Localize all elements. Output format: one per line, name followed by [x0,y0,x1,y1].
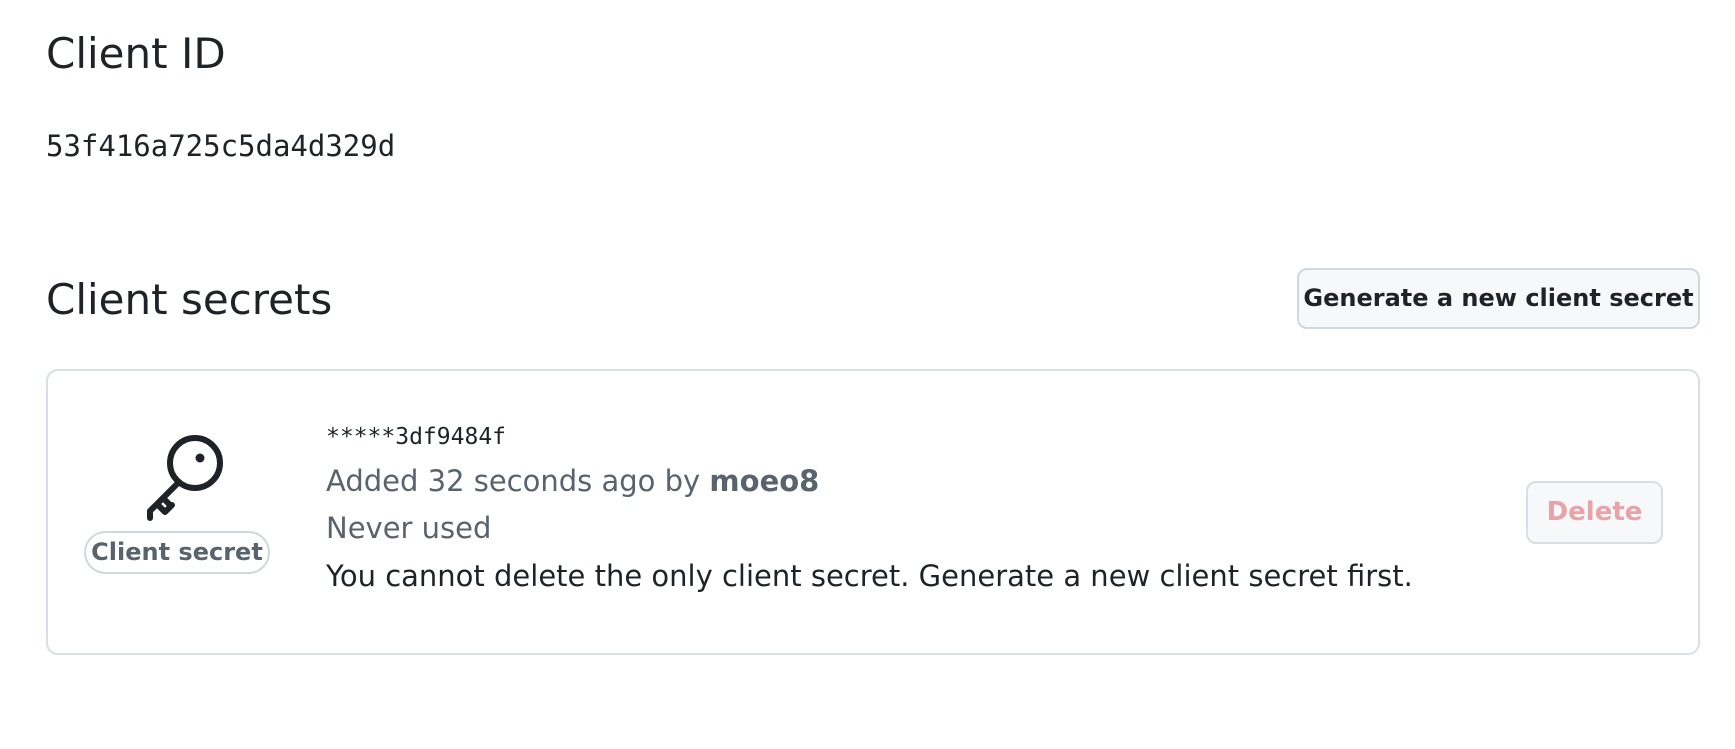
secret-added-prefix: Added 32 seconds ago by [326,464,710,498]
secret-usage-status: Never used [326,511,492,545]
secret-author: moeo8 [709,464,820,498]
oauth-app-credentials-page: { "client_id": { "heading": "Client ID",… [0,0,1735,749]
secret-delete-warning: You cannot delete the only client secret… [326,559,1413,593]
key-icon [147,435,223,521]
client-secret-item: Client secret *****3df9484f Added 32 sec… [46,369,1700,655]
masked-secret-value: *****3df9484f [326,424,507,450]
generate-client-secret-button[interactable]: Generate a new client secret [1297,268,1700,329]
client-id-heading: Client ID [46,29,226,78]
delete-secret-button[interactable]: Delete [1526,481,1663,544]
client-secret-label: Client secret [84,531,270,574]
client-secrets-heading: Client secrets [46,275,333,324]
secret-added-info: Added 32 seconds ago by moeo8 [326,461,819,501]
client-id-value[interactable]: 53f416a725c5da4d329d [46,126,395,166]
